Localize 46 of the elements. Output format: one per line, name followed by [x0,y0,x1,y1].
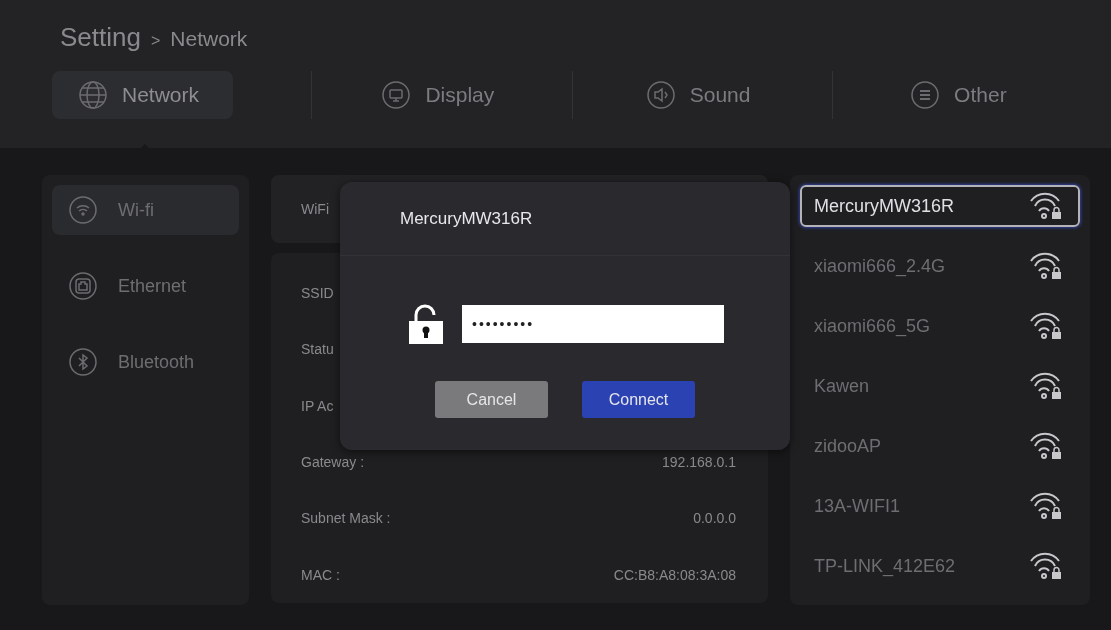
network-item[interactable]: zidooAP [800,416,1080,476]
dialog-title: MercuryMW316R [400,208,533,229]
wifi-label: WiFi [301,201,329,217]
globe-icon [78,80,108,110]
info-label: Subnet Mask : [301,510,391,527]
info-label: IP Ac [301,397,334,414]
bluetooth-icon [68,347,98,377]
sidebar-item[interactable]: Bluetooth [52,337,239,387]
wifi-lock-icon [1028,251,1064,281]
connect-button[interactable]: Connect [582,381,695,418]
category-tab[interactable]: Other [884,71,1041,119]
info-value: CC:B8:A8:08:3A:08 [613,566,736,583]
wifi-lock-icon [1028,371,1064,401]
info-label: MAC : [301,566,340,583]
breadcrumb-root: Setting [60,22,141,53]
wifi-lock-icon [1028,431,1064,461]
password-field[interactable]: ••••••••• [462,305,724,343]
menu-icon [910,80,941,110]
wifi-lock-icon [1028,191,1064,221]
category-tab[interactable]: Display [355,71,529,119]
network-item[interactable]: xiaomi666_5G [800,296,1080,356]
category-tab[interactable]: Network [52,71,234,119]
network-item[interactable]: MercuryMW316R [800,185,1080,227]
category-tab[interactable]: Sound [619,71,785,119]
wifi-lock-icon [1028,551,1064,581]
breadcrumb-separator: > [150,32,161,50]
info-label: Gateway : [301,454,365,471]
network-item[interactable]: 13A-WIFI1 [800,476,1080,536]
speaker-icon [645,80,676,110]
network-item[interactable]: TP-LINK_412E62 [800,536,1080,596]
ethernet-icon [68,271,98,301]
info-value: 192.168.0.1 [662,454,736,471]
wifi-icon [68,195,98,225]
info-value: 0.0.0.0 [693,510,736,527]
info-label: SSID [301,285,334,302]
network-item[interactable]: Kawen [800,356,1080,416]
cancel-button[interactable]: Cancel [435,381,548,418]
network-item[interactable]: xiaomi666_2.4G [800,236,1080,296]
monitor-icon [381,80,412,110]
wifi-lock-icon [1028,491,1064,521]
breadcrumb-current: Network [170,27,248,51]
padlock-icon [408,303,444,345]
sidebar-item[interactable]: Wi-fi [52,185,239,235]
sidebar-item[interactable]: Ethernet [52,261,239,311]
wifi-lock-icon [1028,311,1064,341]
info-label: Statu [301,341,334,358]
